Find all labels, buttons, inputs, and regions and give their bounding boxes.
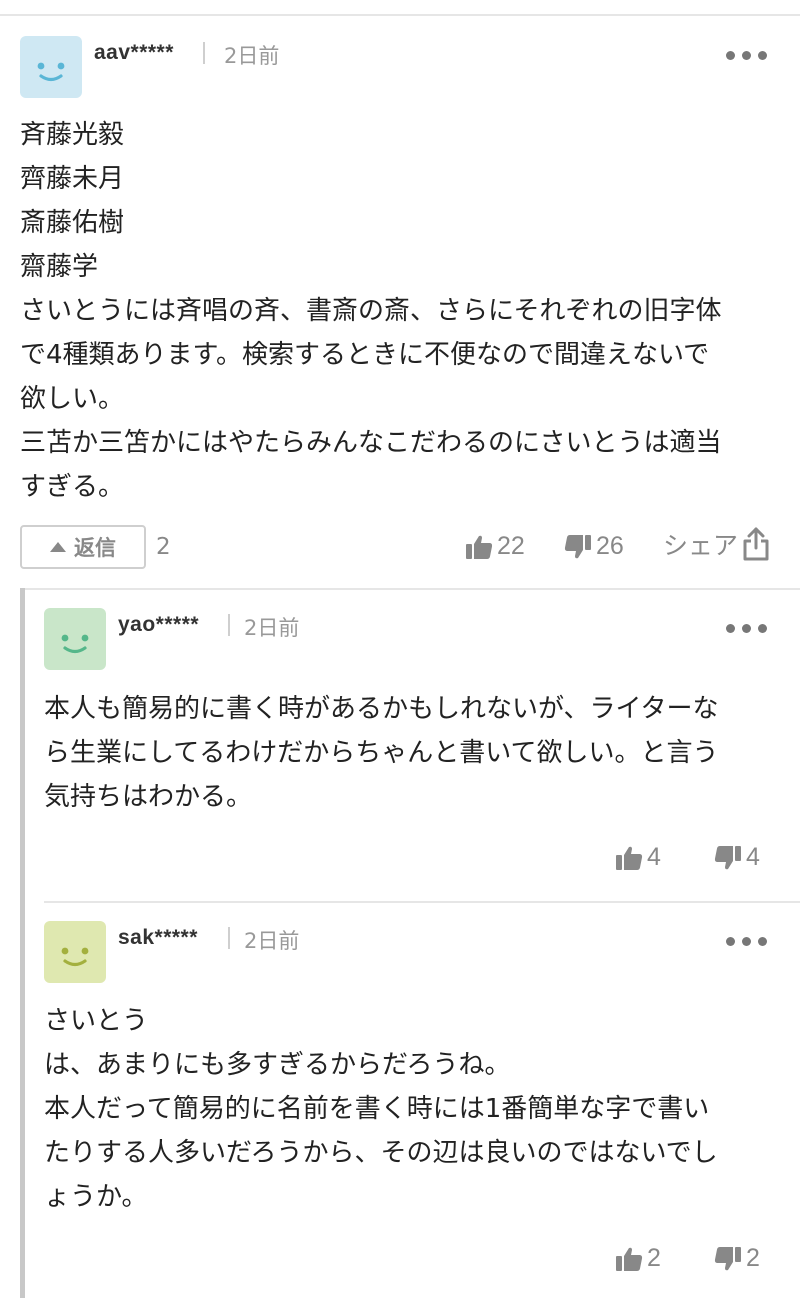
- thumbs-down-icon: [714, 1246, 741, 1270]
- dislike-count: 4: [746, 843, 760, 871]
- thread-line: [20, 588, 25, 1298]
- like-count: 4: [647, 843, 661, 871]
- comment-line: 本人だって簡易的に名前を書く時には1番簡単な字で書い: [44, 1094, 710, 1124]
- reply-label: 返信: [74, 536, 116, 560]
- username[interactable]: yao*****: [118, 613, 199, 637]
- comment-line: ら生業にしてるわけだからちゃんと書いて欲しい。と言う: [44, 738, 719, 768]
- thumbs-up-icon: [466, 535, 493, 559]
- comment-line: で4種類あります。検索するときに不便なので間違えないで: [20, 340, 710, 370]
- username[interactable]: aav*****: [94, 41, 174, 65]
- top-divider: [0, 14, 800, 16]
- comment-line: ょうか。: [44, 1182, 148, 1212]
- comment-line: すぎる。: [20, 472, 125, 502]
- dislike-button[interactable]: 2: [714, 1244, 760, 1273]
- smiley-face-icon: [37, 62, 65, 82]
- comment-line: 気持ちはわかる。: [44, 782, 253, 812]
- thumbs-down-icon: [714, 845, 741, 869]
- like-count: 2: [647, 1244, 661, 1272]
- comment-line: 三苫か三笘かにはやたらみんなこだわるのにさいとうは適当: [20, 428, 722, 458]
- username[interactable]: sak*****: [118, 926, 198, 950]
- timestamp: 2日前: [224, 44, 280, 68]
- comment-line: 欲しい。: [20, 384, 125, 414]
- reply-count: 2: [156, 534, 171, 560]
- share-icon: [743, 527, 769, 561]
- comment-line: 本人も簡易的に書く時があるかもしれないが、ライターな: [44, 694, 719, 724]
- dislike-count: 2: [746, 1244, 760, 1272]
- dislike-count: 26: [596, 532, 624, 560]
- more-dots-icon[interactable]: [726, 48, 768, 62]
- thumbs-up-icon: [616, 846, 643, 870]
- timestamp: 2日前: [244, 929, 300, 953]
- timestamp: 2日前: [244, 616, 300, 640]
- divider: [44, 901, 800, 903]
- avatar[interactable]: [44, 608, 106, 670]
- comment-line: 齋藤学: [20, 252, 99, 282]
- comment-line: たりする人多いだろうから、その辺は良いのではないでし: [44, 1138, 718, 1168]
- smiley-face-icon: [61, 947, 89, 967]
- share-button[interactable]: シェア: [663, 526, 770, 562]
- triangle-up-icon: [50, 542, 66, 552]
- comment-line: 齊藤未月: [20, 164, 125, 194]
- like-count: 22: [497, 532, 525, 560]
- separator: [228, 927, 230, 949]
- avatar[interactable]: [20, 36, 82, 98]
- reply-button[interactable]: 返信: [20, 525, 146, 569]
- dislike-button[interactable]: 4: [714, 843, 760, 872]
- like-button[interactable]: 22: [465, 532, 525, 561]
- comment-line: さいとう: [44, 1006, 149, 1036]
- separator: [203, 42, 205, 64]
- comment-line: は、あまりにも多すぎるからだろうね。: [44, 1050, 511, 1080]
- smiley-face-icon: [61, 634, 89, 654]
- more-dots-icon[interactable]: [726, 621, 768, 635]
- comment-line: さいとうには斉唱の斉、書斎の斎、さらにそれぞれの旧字体: [20, 296, 722, 326]
- comment-line: 斉藤光毅: [20, 120, 125, 150]
- like-button[interactable]: 4: [615, 843, 661, 872]
- separator: [228, 614, 230, 636]
- thumbs-up-icon: [616, 1247, 643, 1271]
- avatar[interactable]: [44, 921, 106, 983]
- dislike-button[interactable]: 26: [564, 532, 624, 561]
- more-dots-icon[interactable]: [726, 934, 768, 948]
- share-label: シェア: [663, 531, 739, 560]
- like-button[interactable]: 2: [615, 1244, 661, 1273]
- thumbs-down-icon: [564, 534, 591, 558]
- divider: [20, 588, 800, 590]
- comment-line: 斎藤佑樹: [20, 208, 125, 238]
